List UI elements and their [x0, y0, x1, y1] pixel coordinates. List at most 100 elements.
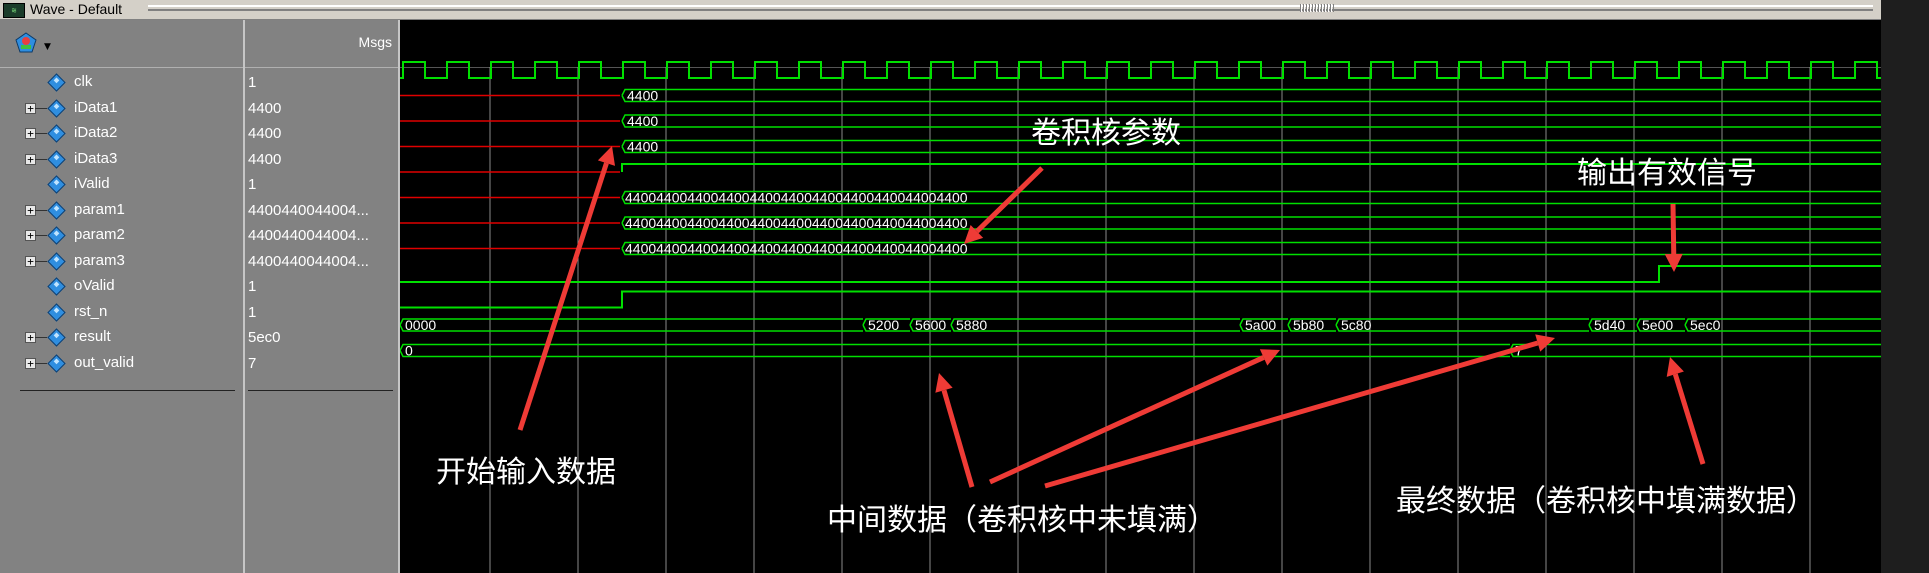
idata-bus [621, 139, 1881, 154]
signal-value-result: 5ec0 [248, 329, 281, 346]
annotation-kernel-params: 卷积核参数 [1031, 116, 1181, 151]
signal-diamond-icon [47, 73, 66, 92]
result-label: 5e00 [1642, 317, 1673, 333]
signal-name: rst_n [74, 302, 108, 320]
result-label: 5600 [915, 317, 946, 333]
idata-bus [621, 114, 1881, 128]
signal-values-header: Msgs [245, 20, 398, 68]
annotation-output-valid: 输出有效信号 [1577, 156, 1757, 191]
signal-row-result[interactable]: + result [0, 325, 243, 350]
result-bus-segment [950, 318, 1240, 332]
background-strip [1881, 0, 1929, 573]
signal-row-param2[interactable]: + param2 [0, 223, 243, 248]
signal-value-rst_n: 1 [248, 303, 257, 321]
out-valid-bus-segment [1509, 343, 1881, 358]
result-label: 5d40 [1594, 317, 1625, 333]
signal-value-param1: 4400440044004... [248, 201, 369, 219]
result-label: 5200 [868, 317, 899, 333]
signal-row-iData1[interactable]: + iData1 [0, 96, 243, 121]
signal-diamond-icon [47, 98, 66, 118]
param-label: 4400440044004400440044004400440044004400… [625, 215, 968, 231]
signal-value-param3: 4400440044004... [248, 252, 369, 270]
tree-connector [35, 209, 47, 211]
signal-row-rst_n[interactable]: rst_n [0, 300, 243, 325]
idata-label: 4400 [627, 88, 658, 104]
result-bus-segment [1335, 318, 1589, 332]
title-bar-grip-icon[interactable] [1300, 4, 1334, 12]
tree-connector [35, 235, 47, 236]
selection-line [248, 390, 393, 391]
idata-label: 4400 [627, 113, 658, 129]
signal-diamond-icon [47, 149, 66, 169]
signal-row-iData2[interactable]: + iData2 [0, 121, 243, 146]
signal-name: param3 [74, 251, 125, 269]
signal-row-iValid[interactable]: iValid [0, 172, 243, 197]
wave-window: ≋ Wave - Default ▼ clk + iData1 + iData2 + iDa… [0, 0, 1881, 573]
signal-diamond-icon [47, 251, 66, 271]
signal-value-iData1: 4400 [248, 99, 282, 117]
ovalid-wave [400, 265, 1881, 283]
signal-value-iValid: 1 [248, 176, 257, 193]
signal-name: iData1 [74, 98, 118, 116]
signal-row-param1[interactable]: + param1 [0, 198, 243, 223]
signal-value-param2: 4400440044004... [248, 227, 369, 244]
result-label: 5c80 [1341, 317, 1372, 333]
signal-diamond-icon [47, 328, 66, 347]
signal-diamond-icon [47, 302, 66, 322]
signal-name: result [74, 328, 111, 345]
idata-bus [621, 88, 1881, 103]
window-title: Wave - Default [30, 1, 123, 17]
idata-label: 4400 [627, 139, 658, 155]
signal-row-oValid[interactable]: oValid [0, 274, 243, 299]
signal-name: param1 [74, 200, 125, 218]
signal-name: oValid [74, 277, 115, 294]
tree-connector [35, 158, 47, 160]
signal-row-out_valid[interactable]: + out_valid [0, 351, 243, 376]
tree-connector [35, 337, 47, 338]
result-label: 5b80 [1293, 317, 1324, 333]
signal-diamond-icon [47, 200, 66, 220]
result-label: 5ec0 [1690, 317, 1721, 333]
msgs-header-label: Msgs [358, 34, 392, 50]
signal-value-oValid: 1 [248, 278, 257, 295]
signal-diamond-icon [47, 277, 66, 296]
title-bar-rule [148, 5, 1873, 11]
result-bus-segment [400, 318, 863, 332]
result-label: 5880 [956, 317, 987, 333]
signal-diamond-icon [47, 124, 66, 143]
signal-row-iData3[interactable]: + iData3 [0, 147, 243, 172]
signal-names-pane: ▼ clk + iData1 + iData2 + iData3 iValid + param1 +… [0, 20, 245, 573]
signal-diamond-icon [47, 175, 66, 194]
signal-name: out_valid [74, 353, 135, 371]
signal-row-param3[interactable]: + param3 [0, 249, 243, 274]
signal-value-iData3: 4400 [248, 150, 282, 168]
tree-connector [35, 362, 47, 364]
signal-diamond-icon [47, 226, 66, 245]
wave-tools-icon[interactable] [14, 32, 38, 54]
signal-name: param2 [74, 226, 125, 243]
tree-connector [35, 133, 47, 134]
signal-values-pane: Msgs 1 4400 4400 4400 1 4400440044004... 44004… [245, 20, 400, 573]
result-label: 0000 [405, 317, 436, 333]
title-bar[interactable]: ≋ Wave - Default [0, 0, 1881, 20]
signal-name: iValid [74, 175, 110, 192]
param-label: 4400440044004400440044004400440044004400… [625, 241, 968, 257]
out-valid-bus-segment [400, 343, 1510, 358]
signal-row-clk[interactable]: clk [0, 70, 243, 95]
signal-name: clk [74, 73, 93, 90]
out-valid-label: 7 [1515, 343, 1523, 359]
signal-value-clk: 1 [248, 74, 257, 91]
wave-window-icon: ≋ [3, 3, 25, 18]
rstn-wave [400, 290, 1881, 309]
annotation-start-input: 开始输入数据 [436, 455, 616, 490]
tree-connector [35, 260, 47, 262]
signal-names-header: ▼ [0, 20, 243, 68]
chevron-down-icon[interactable]: ▼ [44, 42, 51, 52]
signal-name: iData2 [74, 124, 118, 141]
signal-name: iData3 [74, 149, 118, 167]
annotation-final: 最终数据（卷积核中填满数据） [1396, 484, 1816, 519]
selection-line [20, 390, 235, 391]
clk-wave [400, 61, 1881, 79]
signal-value-out_valid: 7 [248, 354, 257, 372]
tree-connector [35, 107, 47, 109]
